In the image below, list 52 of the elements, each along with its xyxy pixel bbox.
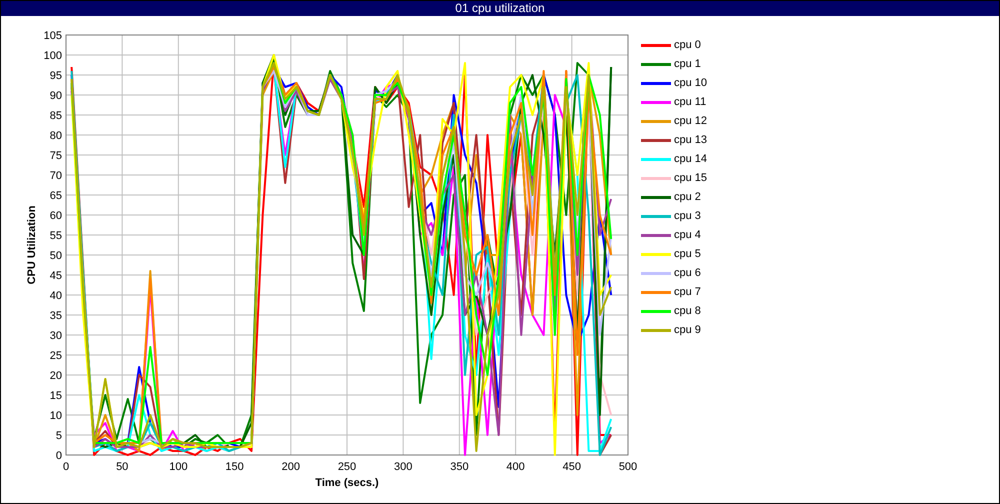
axis-tick-label: 20 — [50, 370, 62, 382]
legend-label: cpu 7 — [674, 286, 701, 299]
legend-label: cpu 4 — [674, 229, 701, 242]
axis-tick-label: 105 — [44, 30, 62, 42]
legend-label: cpu 15 — [674, 172, 708, 185]
legend-label: cpu 13 — [674, 134, 708, 147]
axis-tick-label: 40 — [50, 290, 62, 302]
legend-label: cpu 8 — [674, 305, 701, 318]
legend-label: cpu 0 — [674, 39, 701, 52]
axis-tick-label: 150 — [225, 461, 244, 473]
axis-tick-label: 60 — [50, 210, 62, 222]
axis-tick-label: 30 — [50, 330, 62, 342]
legend-label: cpu 3 — [674, 210, 701, 223]
axis-tick-label: 50 — [116, 461, 128, 473]
legend-label: cpu 5 — [674, 248, 701, 261]
axis-tick-label: 200 — [282, 461, 300, 473]
axis-tick-label: 0 — [62, 461, 70, 473]
axis-tick-label: 300 — [394, 461, 412, 473]
axis-tick-label: 50 — [50, 250, 62, 262]
x-axis-title: Time (secs.) — [315, 477, 379, 489]
axis-tick-label: 95 — [50, 70, 62, 82]
axis-tick-label: 10 — [50, 410, 62, 422]
axis-tick-label: 55 — [50, 230, 62, 242]
axis-tick-label: 450 — [562, 461, 581, 473]
legend-label: cpu 2 — [674, 191, 701, 204]
legend-label: cpu 12 — [674, 115, 708, 128]
axis-tick-label: 100 — [44, 50, 62, 62]
axis-tick-label: 0 — [56, 450, 62, 462]
axis-tick-label: 35 — [50, 310, 62, 322]
axis-tick-label: 90 — [50, 90, 62, 102]
axis-tick-label: 350 — [450, 461, 469, 473]
legend-label: cpu 10 — [674, 77, 708, 90]
axis-tick-label: 5 — [56, 430, 62, 442]
axis-tick-label: 65 — [50, 190, 62, 202]
axis-tick-label: 25 — [50, 350, 62, 362]
axis-tick-label: 100 — [169, 461, 188, 473]
legend-label: cpu 11 — [674, 96, 706, 109]
axis-tick-label: 75 — [50, 150, 62, 162]
legend-label: cpu 1 — [674, 58, 701, 71]
y-axis-title: CPU Utilization — [26, 206, 38, 284]
axis-tick-label: 45 — [50, 270, 62, 282]
legend-label: cpu 6 — [674, 267, 701, 280]
axis-tick-label: 250 — [338, 461, 356, 473]
axis-tick-label: 400 — [506, 461, 525, 473]
legend-label: cpu 14 — [674, 153, 708, 166]
axis-tick-label: 500 — [618, 461, 638, 473]
legend-label: cpu 9 — [674, 324, 701, 337]
axis-tick-label: 80 — [50, 130, 62, 142]
axis-tick-label: 15 — [50, 390, 62, 402]
axis-tick-label: 85 — [50, 110, 62, 122]
axis-tick-label: 70 — [50, 170, 62, 182]
title-bar: 01 cpu utilization — [1, 1, 999, 16]
